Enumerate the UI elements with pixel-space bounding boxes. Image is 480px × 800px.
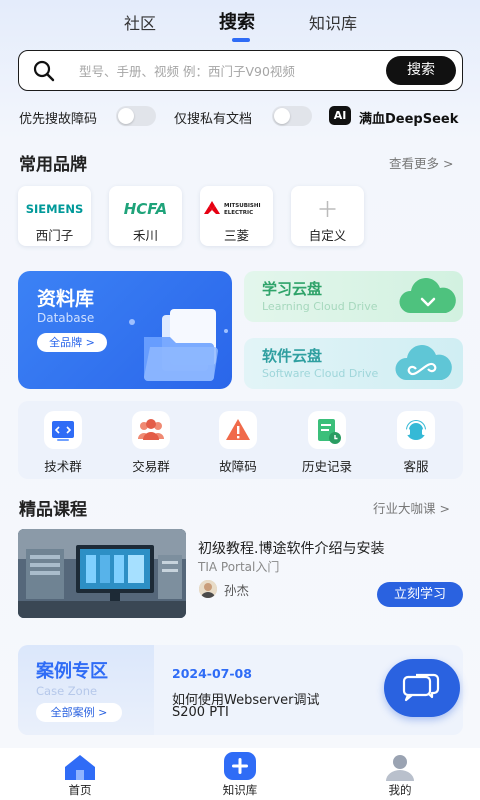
- search-button[interactable]: 搜索: [386, 56, 456, 85]
- fault-priority-toggle[interactable]: [116, 106, 156, 126]
- cloud-download-icon: [399, 278, 456, 313]
- chat-fab-button[interactable]: [384, 659, 460, 717]
- tab-knowledge[interactable]: 知识库: [309, 10, 357, 34]
- brand-name: 禾川: [132, 228, 158, 243]
- learning-cloud-card[interactable]: 学习云盘 Learning Cloud Drive: [244, 271, 463, 322]
- people-group-icon: [132, 411, 170, 449]
- fault-priority-label: 优先搜故障码: [19, 112, 98, 127]
- brand-name: 三菱: [223, 228, 249, 243]
- software-cloud-subtitle: Software Cloud Drive: [262, 367, 379, 380]
- learn-now-button[interactable]: 立刻学习: [377, 582, 463, 607]
- cloud-infinity-icon: [395, 345, 452, 380]
- nav-label: 首页: [68, 783, 92, 797]
- tool-label: 故障码: [219, 459, 257, 474]
- tool-tech-group[interactable]: 技术群: [28, 411, 98, 475]
- tab-search[interactable]: 搜索: [219, 8, 255, 34]
- chat-icon: [402, 673, 440, 702]
- tool-label: 客服: [403, 459, 429, 474]
- nav-profile[interactable]: 我的: [360, 748, 440, 798]
- history-doc-icon: [308, 411, 346, 449]
- course-author: 孙杰: [224, 583, 250, 598]
- case-zone-subtitle: Case Zone: [36, 684, 98, 698]
- nav-label: 我的: [388, 783, 412, 797]
- brands-more-link[interactable]: 查看更多 >: [389, 153, 453, 172]
- mitsubishi-logo: MITSUBISHI ELECTRIC: [200, 198, 273, 218]
- bottom-nav: 首页 知识库 我的: [0, 748, 480, 800]
- brand-card-hcfa[interactable]: HCFA 禾川: [109, 186, 182, 246]
- tool-label: 历史记录: [301, 459, 352, 474]
- warning-icon: [219, 411, 257, 449]
- learning-cloud-title: 学习云盘: [262, 280, 323, 298]
- learning-cloud-subtitle: Learning Cloud Drive: [262, 300, 378, 313]
- avatar: [199, 580, 217, 598]
- tool-label: 交易群: [132, 459, 170, 474]
- software-cloud-title: 软件云盘: [262, 347, 323, 365]
- private-docs-label: 仅搜私有文档: [174, 112, 253, 127]
- case-zone-header: 案例专区 Case Zone 全部案例 >: [18, 645, 154, 735]
- course-thumbnail[interactable]: [18, 529, 186, 618]
- nav-knowledge[interactable]: 知识库: [200, 748, 280, 798]
- tool-fault-code[interactable]: 故障码: [203, 411, 273, 475]
- hcfa-logo: HCFA: [109, 198, 182, 218]
- course-title[interactable]: 初级教程.博途软件介绍与安装: [198, 538, 384, 558]
- brand-card-mitsubishi[interactable]: MITSUBISHI ELECTRIC 三菱: [200, 186, 273, 246]
- home-icon: [62, 752, 98, 782]
- profile-icon: [382, 752, 418, 782]
- hcfa-logo-text: HCFA: [124, 200, 167, 218]
- nav-label: 知识库: [222, 783, 258, 797]
- tool-history[interactable]: 历史记录: [292, 411, 362, 475]
- nav-home[interactable]: 首页: [40, 748, 120, 798]
- all-brands-button[interactable]: 全品牌 >: [37, 333, 107, 352]
- all-cases-button[interactable]: 全部案例 >: [36, 703, 122, 722]
- tool-customer-service[interactable]: 客服: [381, 411, 451, 475]
- course-subtitle: TIA Portal入门: [198, 560, 280, 574]
- siemens-logo: SIEMENS: [18, 198, 91, 218]
- deepseek-link[interactable]: 满血DeepSeek: [359, 108, 458, 127]
- tool-label: 技术群: [44, 459, 82, 474]
- software-cloud-card[interactable]: 软件云盘 Software Cloud Drive: [244, 338, 463, 389]
- brands-section-title: 常用品牌: [19, 155, 87, 175]
- top-tab-bar: 社区 搜索 知识库: [0, 0, 480, 44]
- brand-name: 西门子: [35, 228, 74, 243]
- siemens-logo-text: SIEMENS: [26, 202, 84, 216]
- customer-service-icon: [397, 411, 435, 449]
- brand-card-siemens[interactable]: SIEMENS 西门子: [18, 186, 91, 246]
- brand-card-custom[interactable]: 自定义: [291, 186, 364, 246]
- tab-community[interactable]: 社区: [124, 10, 156, 34]
- search-bar: 搜索: [18, 50, 463, 91]
- quick-tools: 技术群 交易群 故障码 历史记录 客服: [18, 401, 463, 479]
- courses-more-link[interactable]: 行业大咖课 >: [373, 498, 450, 517]
- search-options-row: 优先搜故障码 仅搜私有文档 AI 满血DeepSeek: [0, 104, 480, 128]
- search-icon: [33, 60, 55, 82]
- svg-text:MITSUBISHI: MITSUBISHI: [224, 203, 261, 209]
- svg-text:ELECTRIC: ELECTRIC: [224, 210, 253, 216]
- search-input[interactable]: [79, 61, 389, 81]
- private-docs-toggle[interactable]: [272, 106, 312, 126]
- plus-icon: [291, 198, 364, 218]
- database-card[interactable]: 资料库 Database 全品牌 >: [18, 271, 232, 389]
- database-title: 资料库: [37, 288, 95, 310]
- case-date: 2024-07-08: [172, 666, 252, 681]
- brand-name: 自定义: [308, 228, 347, 243]
- case-zone-title: 案例专区: [36, 661, 108, 682]
- folder-illustration-icon: [129, 309, 228, 381]
- courses-section-title: 精品课程: [19, 500, 87, 520]
- case-title-line2[interactable]: S200 PTI: [172, 705, 229, 720]
- plus-icon: [222, 752, 258, 782]
- tool-trade-group[interactable]: 交易群: [116, 411, 186, 475]
- database-subtitle: Database: [37, 311, 95, 325]
- ai-icon: AI: [329, 106, 351, 125]
- code-window-icon: [44, 411, 82, 449]
- active-tab-indicator: [232, 38, 250, 42]
